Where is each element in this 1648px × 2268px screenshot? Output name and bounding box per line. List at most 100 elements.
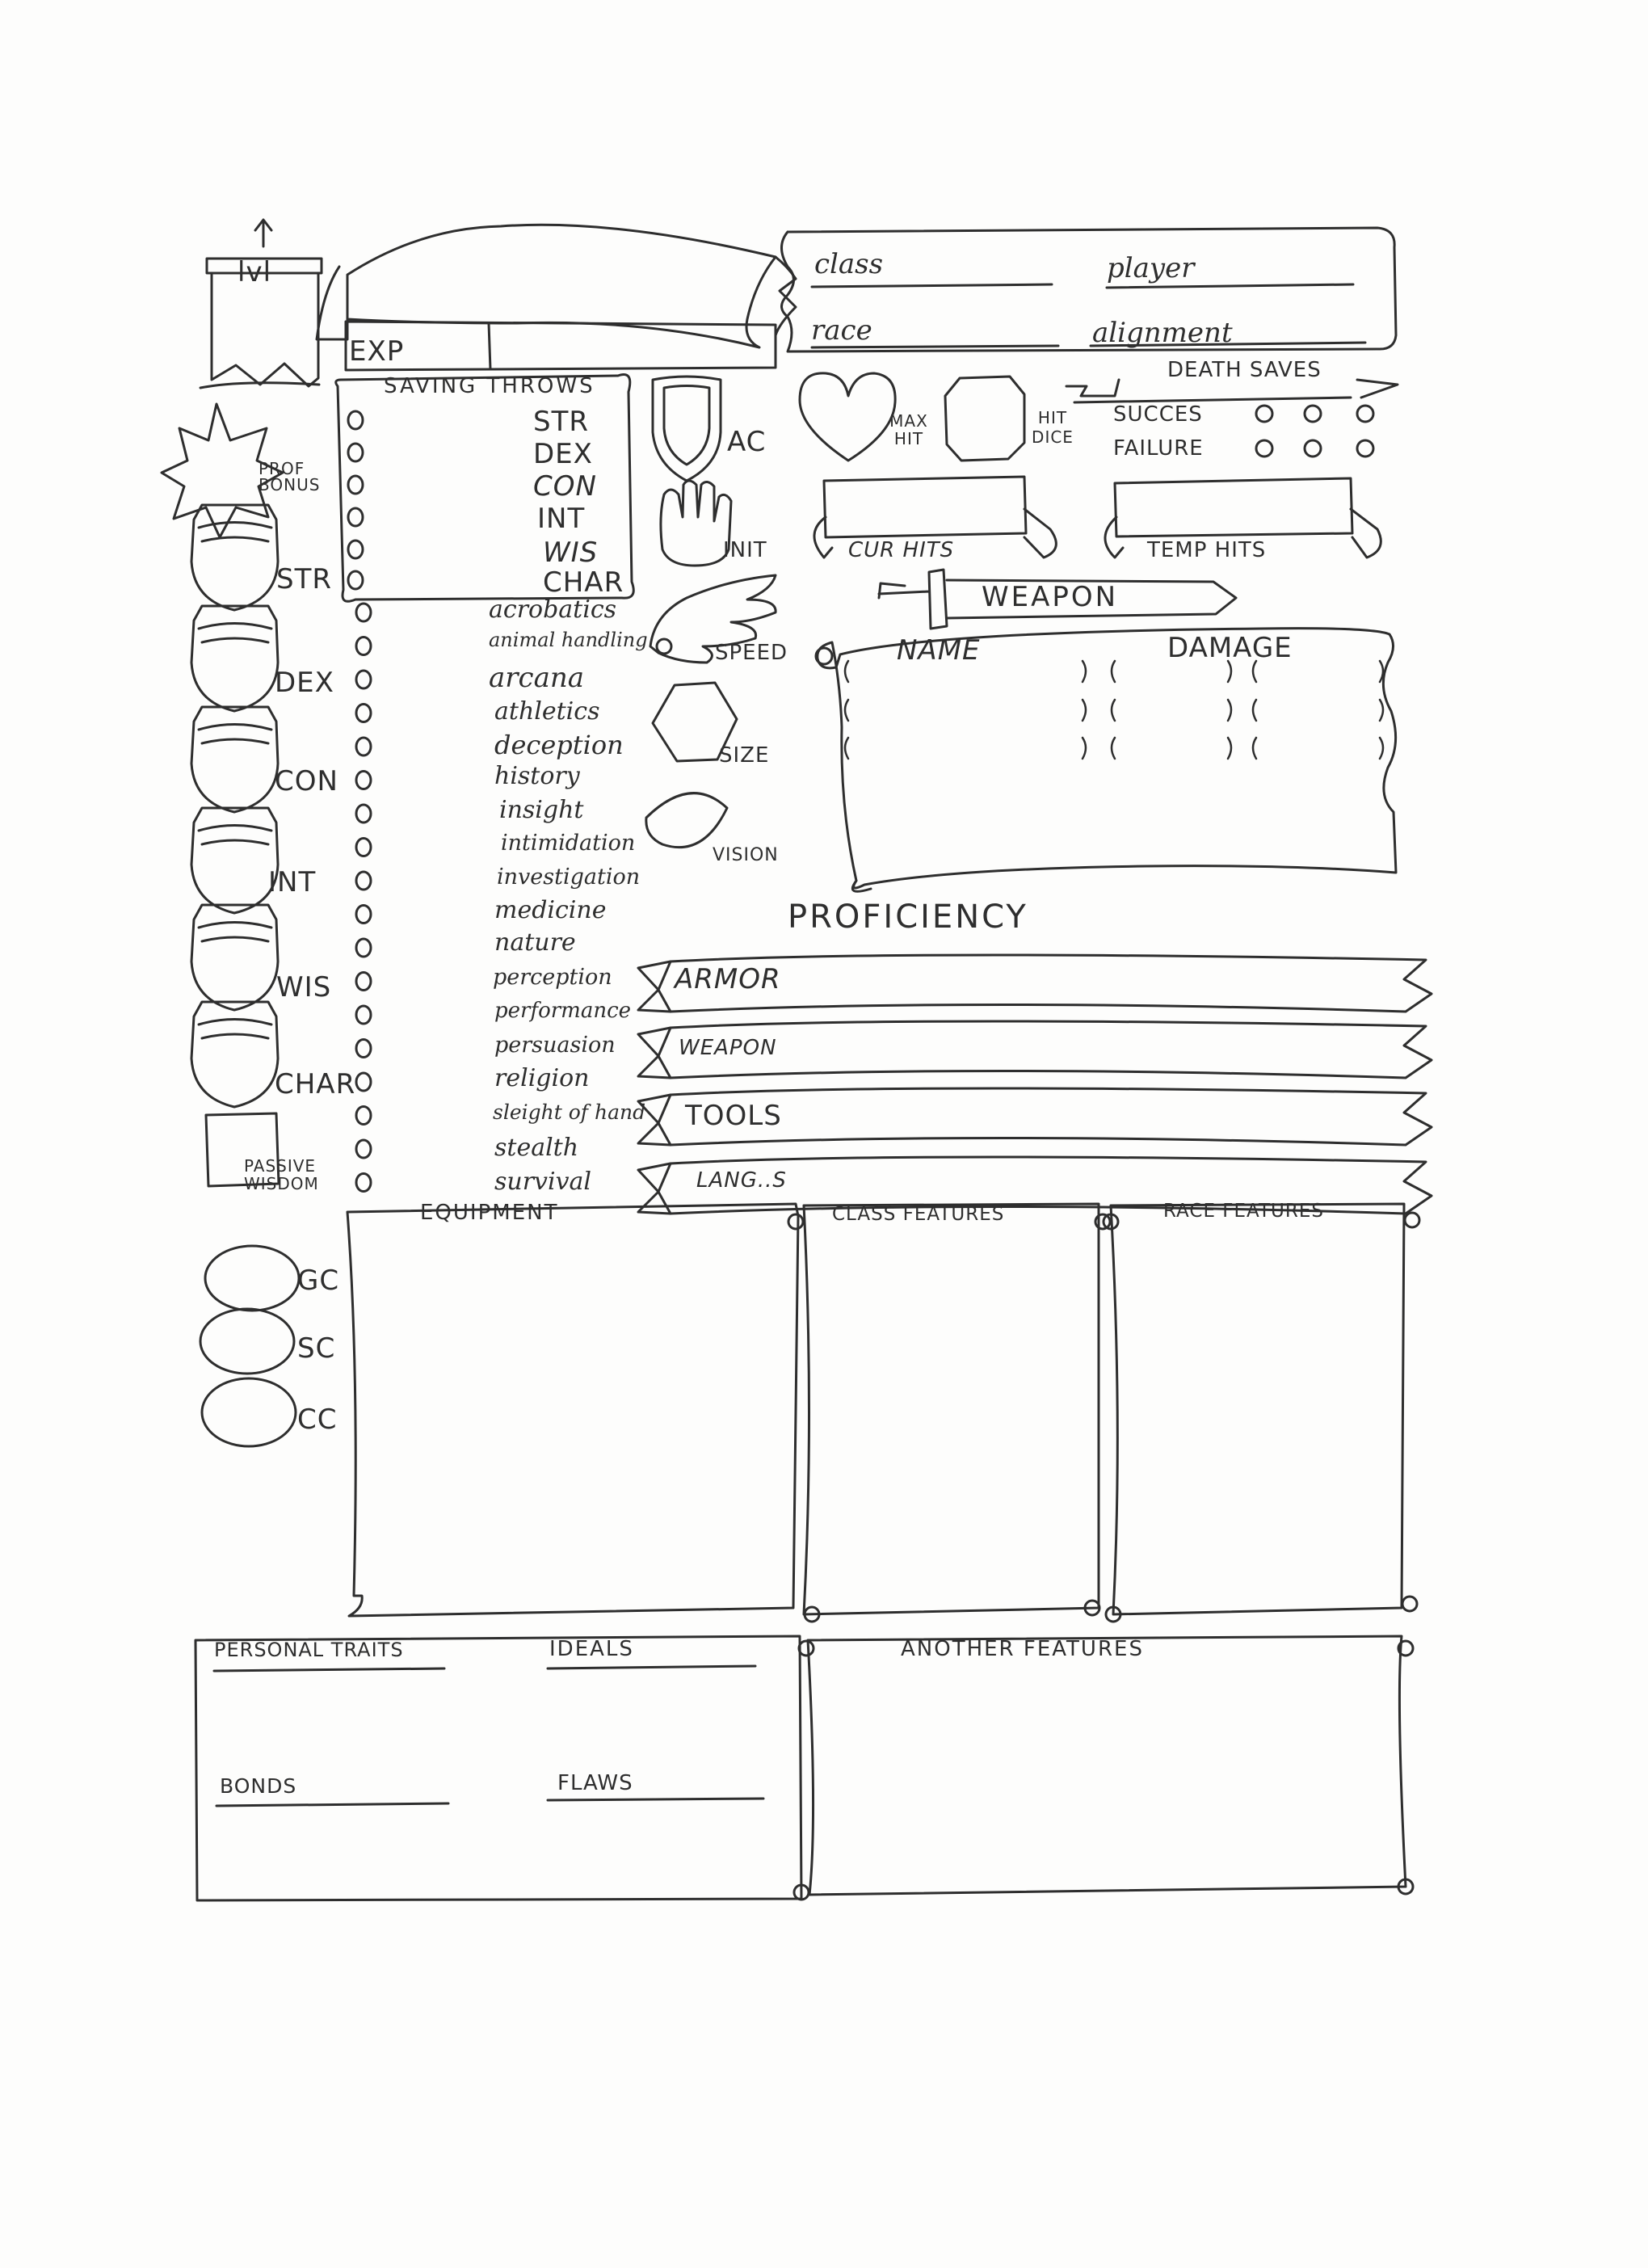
save-proficiency-circle[interactable] xyxy=(348,541,363,558)
ability-shields xyxy=(191,505,278,1107)
identity-box xyxy=(782,228,1397,351)
skill-sleight-of-hand: sleight of hand xyxy=(493,1100,646,1124)
skill-proficiency-circle[interactable] xyxy=(356,637,371,655)
ideals-label: IDEALS xyxy=(549,1637,634,1661)
skill-survival: survival xyxy=(494,1168,592,1196)
class-label[interactable]: class xyxy=(814,250,883,278)
save-proficiency-circle[interactable] xyxy=(348,508,363,526)
alignment-label[interactable]: alignment xyxy=(1092,319,1233,347)
save-proficiency-circle[interactable] xyxy=(348,476,363,494)
save-proficiency-circle[interactable] xyxy=(348,444,363,461)
save-wis: WIS xyxy=(543,536,599,569)
cur-hits-label: CUR HITS xyxy=(848,538,955,562)
skill-proficiency-circle[interactable] xyxy=(356,1174,371,1192)
vision-eye xyxy=(646,793,727,848)
ability-shield-band xyxy=(199,624,271,643)
ability-shield-band xyxy=(199,725,271,744)
ability-label-wis: WIS xyxy=(276,971,332,1004)
another-features-panel xyxy=(794,1636,1413,1900)
weapon-cell-paren xyxy=(1380,700,1383,721)
ability-shield-band xyxy=(199,1020,271,1039)
ability-shield xyxy=(191,707,278,812)
weapon-cell-paren xyxy=(845,700,848,721)
weapon-cell-paren xyxy=(1112,661,1115,682)
proficiency-languages: LANG..S xyxy=(696,1168,787,1193)
traits-box xyxy=(195,1636,801,1900)
skill-proficiency-circle[interactable] xyxy=(356,604,371,621)
equipment-title: EQUIPMENT xyxy=(420,1201,559,1225)
ability-shield xyxy=(191,905,278,1010)
skill-proficiency-circle[interactable] xyxy=(356,805,371,823)
skill-deception: deception xyxy=(494,730,624,760)
ability-label-char: CHAR xyxy=(275,1068,356,1100)
temp-hits-label: TEMP HITS xyxy=(1147,538,1267,562)
personal-traits-label: PERSONAL TRAITS xyxy=(214,1639,404,1661)
weapon-cell-paren xyxy=(1112,700,1115,721)
max-hit-label: MAX HIT xyxy=(889,411,928,448)
class-features-title: CLASS FEATURES xyxy=(832,1204,1005,1225)
weapon-cell-paren xyxy=(1083,738,1086,759)
ac-shield xyxy=(653,377,721,481)
skill-stealth: stealth xyxy=(494,1134,579,1162)
skill-animal-handling: animal handling xyxy=(489,629,648,651)
skill-proficiency-circle[interactable] xyxy=(356,705,371,722)
player-label[interactable]: player xyxy=(1107,255,1195,282)
weapon-cell-paren xyxy=(1253,738,1256,759)
save-proficiency-circle[interactable] xyxy=(348,571,363,589)
skill-proficiency-circle[interactable] xyxy=(356,939,371,957)
ability-shield-band xyxy=(199,826,271,845)
skill-proficiency-circle[interactable] xyxy=(356,772,371,789)
skill-proficiency-circle[interactable] xyxy=(356,1140,371,1158)
skill-proficiency-circle[interactable] xyxy=(356,1073,371,1091)
ability-shield-band xyxy=(199,923,271,942)
coin-label-sc: SC xyxy=(297,1332,336,1365)
proficiency-tools: TOOLS xyxy=(685,1100,782,1132)
weapon-cell-paren xyxy=(1228,738,1231,759)
ability-label-dex: DEX xyxy=(275,667,334,699)
ability-shield-band xyxy=(199,523,271,542)
death-saves-failure-label: FAILURE xyxy=(1113,436,1204,461)
weapon-name-header: NAME xyxy=(897,634,981,667)
race-features-panel xyxy=(1104,1204,1419,1622)
coin-label-gc: GC xyxy=(297,1264,340,1297)
save-str: STR xyxy=(533,406,589,438)
save-proficiency-circle[interactable] xyxy=(348,411,363,429)
proficiency-ribbon-fold xyxy=(658,1095,671,1145)
skill-proficiency-circle[interactable] xyxy=(356,1006,371,1024)
name-ribbon xyxy=(317,225,796,347)
save-int: INT xyxy=(537,503,586,535)
ability-shield xyxy=(191,808,278,913)
weapon-table-parens xyxy=(845,661,1383,759)
bonds-label: BONDS xyxy=(220,1774,297,1798)
hit-dice-label: HIT DICE xyxy=(1032,408,1074,447)
class-features-panel xyxy=(788,1204,1110,1622)
skill-proficiency-circle[interactable] xyxy=(356,906,371,924)
speed-label: SPEED xyxy=(715,641,788,665)
coin-ovals xyxy=(200,1246,299,1446)
skill-proficiency-circle[interactable] xyxy=(356,738,371,755)
save-char: CHAR xyxy=(543,566,624,599)
skill-proficiency-circle[interactable] xyxy=(356,1107,371,1125)
race-label[interactable]: race xyxy=(811,317,872,344)
weapon-scroll xyxy=(816,629,1396,892)
proficiency-weapon: WEAPON xyxy=(679,1036,777,1060)
death-saves-title: DEATH SAVES xyxy=(1167,358,1322,382)
skill-proficiency-circle[interactable] xyxy=(356,872,371,890)
skill-intimidation: intimidation xyxy=(501,831,636,856)
ability-shield xyxy=(191,606,278,711)
ability-shield xyxy=(191,505,278,610)
save-con: CON xyxy=(533,470,597,503)
skill-proficiency-circle[interactable] xyxy=(356,839,371,856)
vision-label: VISION xyxy=(713,845,779,865)
skill-arcana: arcana xyxy=(489,662,585,694)
another-features-title: ANOTHER FEATURES xyxy=(901,1637,1144,1661)
proficiency-ribbon-fold xyxy=(658,1028,671,1078)
skill-proficiency-circle[interactable] xyxy=(356,671,371,688)
death-saves-success-label: SUCCES xyxy=(1113,402,1203,427)
weapon-cell-paren xyxy=(845,661,848,682)
proficiency-ribbon-fold xyxy=(658,961,671,1012)
skill-proficiency-circle[interactable] xyxy=(356,1040,371,1058)
proficiency-armor: ARMOR xyxy=(675,963,781,995)
weapon-cell-paren xyxy=(845,738,848,759)
skill-proficiency-circle[interactable] xyxy=(356,973,371,991)
